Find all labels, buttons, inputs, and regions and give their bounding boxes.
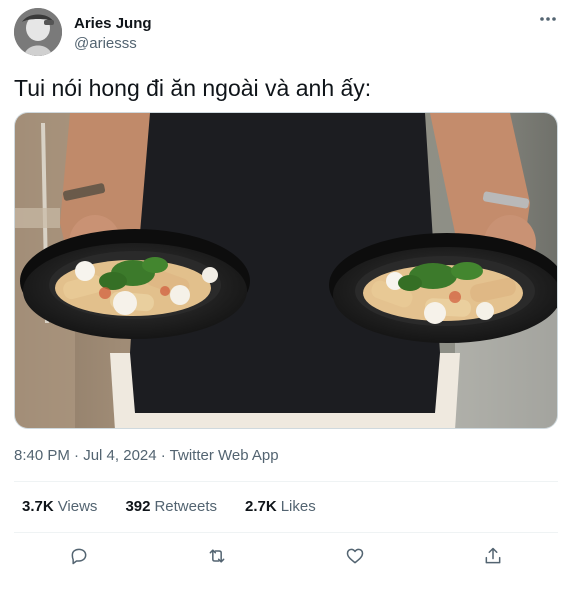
meta-separator: · xyxy=(156,447,170,464)
retweets-count: 392 xyxy=(125,498,151,515)
avatar[interactable] xyxy=(14,8,62,56)
like-button[interactable] xyxy=(340,541,370,571)
author-display-name[interactable]: Aries Jung xyxy=(74,14,152,34)
share-icon xyxy=(485,547,501,564)
avatar-photo xyxy=(14,8,62,56)
more-icon xyxy=(540,17,556,21)
retweet-button[interactable] xyxy=(202,541,232,571)
meta-separator: · xyxy=(69,447,84,464)
divider xyxy=(14,532,558,533)
views-label: Views xyxy=(57,498,98,515)
views-count: 3.7K xyxy=(22,498,54,515)
retweets-stat[interactable]: 392 Retweets xyxy=(125,497,217,519)
divider xyxy=(14,481,558,482)
photo-man-holding-two-pasta-plates xyxy=(15,113,557,428)
tweet-stats: 3.7K Views 392 Retweets 2.7K Likes xyxy=(22,497,316,519)
views-stat[interactable]: 3.7K Views xyxy=(22,497,97,519)
reply-icon xyxy=(71,548,87,565)
retweets-label: Retweets xyxy=(154,498,217,515)
likes-stat[interactable]: 2.7K Likes xyxy=(245,497,316,519)
likes-label: Likes xyxy=(280,498,316,515)
more-options-button[interactable] xyxy=(530,8,566,30)
reply-button[interactable] xyxy=(64,541,94,571)
tweet-media[interactable] xyxy=(14,112,558,429)
tweet-date[interactable]: Jul 4, 2024 xyxy=(83,447,156,464)
tweet-meta: 8:40 PM · Jul 4, 2024 · Twitter Web App xyxy=(14,446,279,466)
tweet-text: Tui nói hong đi ăn ngoài và anh ấy: xyxy=(14,75,372,101)
retweet-icon xyxy=(209,549,225,563)
tweet-source: Twitter Web App xyxy=(169,447,279,464)
heart-icon xyxy=(346,548,364,564)
tweet-time[interactable]: 8:40 PM xyxy=(14,447,70,464)
share-button[interactable] xyxy=(478,541,508,571)
tweet-actions xyxy=(14,541,558,571)
author-handle[interactable]: @ariesss xyxy=(74,34,137,54)
likes-count: 2.7K xyxy=(245,498,277,515)
